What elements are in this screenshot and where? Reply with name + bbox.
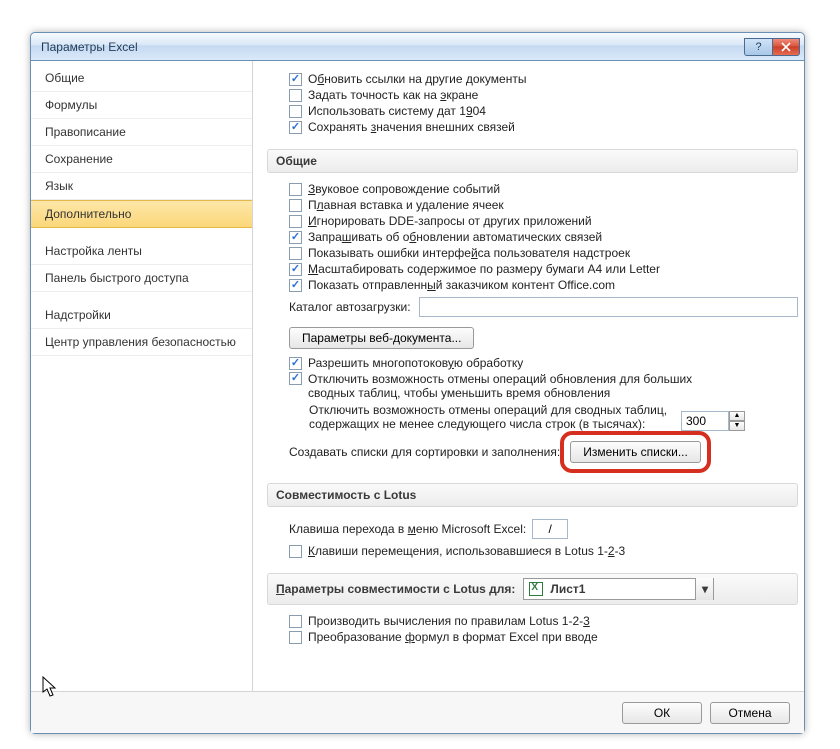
close-icon [781, 42, 791, 52]
lotus-nav-keys-checkbox[interactable] [289, 545, 302, 558]
topcheck-label-2: Использовать систему дат 1904 [308, 104, 486, 118]
lotus-nav-keys-label: Клавиши перемещения, использовавшиеся в … [308, 544, 625, 558]
gencheck-label-1: Плавная вставка и удаление ячеек [308, 198, 504, 212]
autoload-row: Каталог автозагрузки: [267, 293, 798, 321]
lotuspar-checkbox-0[interactable] [289, 615, 302, 628]
gencheck-label-6: Показать отправленный заказчиком контент… [308, 278, 615, 292]
dialog-footer: ОК Отмена [31, 691, 804, 733]
gencheck-checkbox-0[interactable] [289, 183, 302, 196]
edit-lists-button[interactable]: Изменить списки... [570, 441, 701, 463]
gencheck-checkbox-1[interactable] [289, 199, 302, 212]
topcheck-label-1: Задать точность как на экране [308, 88, 478, 102]
lotuspar-checkbox-1[interactable] [289, 631, 302, 644]
gencheck-row-4: Показывать ошибки интерфейса пользовател… [267, 245, 798, 261]
gencheck-checkbox-3[interactable] [289, 231, 302, 244]
lotuspar-row-1: Преобразование формул в формат Excel при… [267, 629, 798, 645]
sidebar: ОбщиеФормулыПравописаниеСохранениеЯзыкДо… [31, 61, 253, 691]
lotuspar-row-0: Производить вычисления по правилам Lotus… [267, 613, 798, 629]
gencheck-label-2: Игнорировать DDE-запросы от других прило… [308, 214, 592, 228]
multithread-label: Разрешить многопотоковую обработку [308, 356, 523, 370]
autoload-input[interactable] [419, 297, 798, 317]
topcheck-row-3: Сохранять значения внешних связей [267, 119, 798, 135]
help-button[interactable]: ? [744, 38, 772, 56]
gencheck-checkbox-5[interactable] [289, 263, 302, 276]
topcheck-checkbox-1[interactable] [289, 89, 302, 102]
chevron-down-icon[interactable]: ▾ [695, 578, 713, 600]
gencheck-label-0: Звуковое сопровождение событий [308, 182, 500, 196]
disable-undo-pivot-row: Отключить возможность отмены операций об… [267, 371, 798, 401]
autoload-label: Каталог автозагрузки: [289, 300, 411, 314]
gencheck-checkbox-6[interactable] [289, 279, 302, 292]
sidebar-item-9[interactable]: Центр управления безопасностью [31, 329, 252, 356]
gencheck-label-5: Масштабировать содержимое по размеру бум… [308, 262, 660, 276]
ok-button[interactable]: ОК [622, 702, 702, 724]
worksheet-icon [528, 581, 544, 597]
lotuspar-label-1: Преобразование формул в формат Excel при… [308, 630, 598, 644]
close-button[interactable] [772, 38, 800, 56]
topcheck-label-3: Сохранять значения внешних связей [308, 120, 515, 134]
web-document-params-button[interactable]: Параметры веб-документа... [289, 327, 474, 349]
lotus-menu-key-row: Клавиша перехода в меню Microsoft Excel: [267, 515, 798, 543]
sidebar-item-8[interactable]: Надстройки [31, 302, 252, 329]
titlebar: Параметры Excel ? [31, 33, 804, 61]
topcheck-checkbox-0[interactable] [289, 73, 302, 86]
disable-rows-spin: ▲ ▼ [681, 411, 745, 431]
topcheck-label-0: Обновить ссылки на другие документы [308, 72, 526, 86]
content-pane: Обновить ссылки на другие документы Задат… [253, 61, 804, 691]
multithread-checkbox[interactable] [289, 357, 302, 370]
custom-lists-label: Создавать списки для сортировки и заполн… [289, 445, 560, 459]
gencheck-checkbox-4[interactable] [289, 247, 302, 260]
sidebar-item-3[interactable]: Сохранение [31, 146, 252, 173]
window-title: Параметры Excel [41, 40, 744, 54]
spin-up[interactable]: ▲ [729, 411, 745, 421]
section-general: Общие [267, 149, 798, 173]
spin-down[interactable]: ▼ [729, 421, 745, 431]
multithread-row: Разрешить многопотоковую обработку [267, 355, 798, 371]
cancel-button[interactable]: Отмена [710, 702, 790, 724]
lotus-sheet-combo[interactable]: Лист1 ▾ [523, 578, 714, 600]
disable-undo-pivot-label: Отключить возможность отмены операций об… [308, 372, 738, 400]
gencheck-row-0: Звуковое сопровождение событий [267, 181, 798, 197]
lotus-menu-key-input[interactable] [532, 519, 568, 539]
lotuspar-label-0: Производить вычисления по правилам Lotus… [308, 614, 590, 628]
section-lotus-params: Параметры совместимости с Lotus для: Лис… [267, 573, 798, 605]
gencheck-row-1: Плавная вставка и удаление ячеек [267, 197, 798, 213]
disable-rows-label: Отключить возможность отмены операций дл… [309, 403, 669, 431]
topcheck-row-0: Обновить ссылки на другие документы [267, 71, 798, 87]
sidebar-item-5[interactable]: Дополнительно [31, 200, 252, 228]
gencheck-label-3: Запрашивать об обновлении автоматических… [308, 230, 602, 244]
gencheck-row-6: Показать отправленный заказчиком контент… [267, 277, 798, 293]
topcheck-checkbox-2[interactable] [289, 105, 302, 118]
sidebar-item-6[interactable]: Настройка ленты [31, 238, 252, 265]
sidebar-item-4[interactable]: Язык [31, 173, 252, 200]
gencheck-checkbox-2[interactable] [289, 215, 302, 228]
sidebar-item-1[interactable]: Формулы [31, 92, 252, 119]
topcheck-row-2: Использовать систему дат 1904 [267, 103, 798, 119]
content-scroll[interactable]: Обновить ссылки на другие документы Задат… [253, 61, 804, 691]
topcheck-checkbox-3[interactable] [289, 121, 302, 134]
gencheck-label-4: Показывать ошибки интерфейса пользовател… [308, 246, 630, 260]
lotus-nav-keys-row: Клавиши перемещения, использовавшиеся в … [267, 543, 798, 559]
disable-rows-input[interactable] [681, 411, 729, 431]
topcheck-row-1: Задать точность как на экране [267, 87, 798, 103]
gencheck-row-5: Масштабировать содержимое по размеру бум… [267, 261, 798, 277]
lotus-menu-key-label: Клавиша перехода в меню Microsoft Excel: [289, 522, 526, 536]
sidebar-item-7[interactable]: Панель быстрого доступа [31, 265, 252, 292]
gencheck-row-2: Игнорировать DDE-запросы от других прило… [267, 213, 798, 229]
gencheck-row-3: Запрашивать об обновлении автоматических… [267, 229, 798, 245]
disable-undo-pivot-checkbox[interactable] [289, 372, 302, 385]
excel-options-window: Параметры Excel ? ОбщиеФормулыПравописан… [30, 32, 805, 734]
sidebar-item-0[interactable]: Общие [31, 65, 252, 92]
section-lotus-compat: Совместимость с Lotus [267, 483, 798, 507]
sidebar-item-2[interactable]: Правописание [31, 119, 252, 146]
lotus-sheet-value: Лист1 [548, 582, 695, 596]
